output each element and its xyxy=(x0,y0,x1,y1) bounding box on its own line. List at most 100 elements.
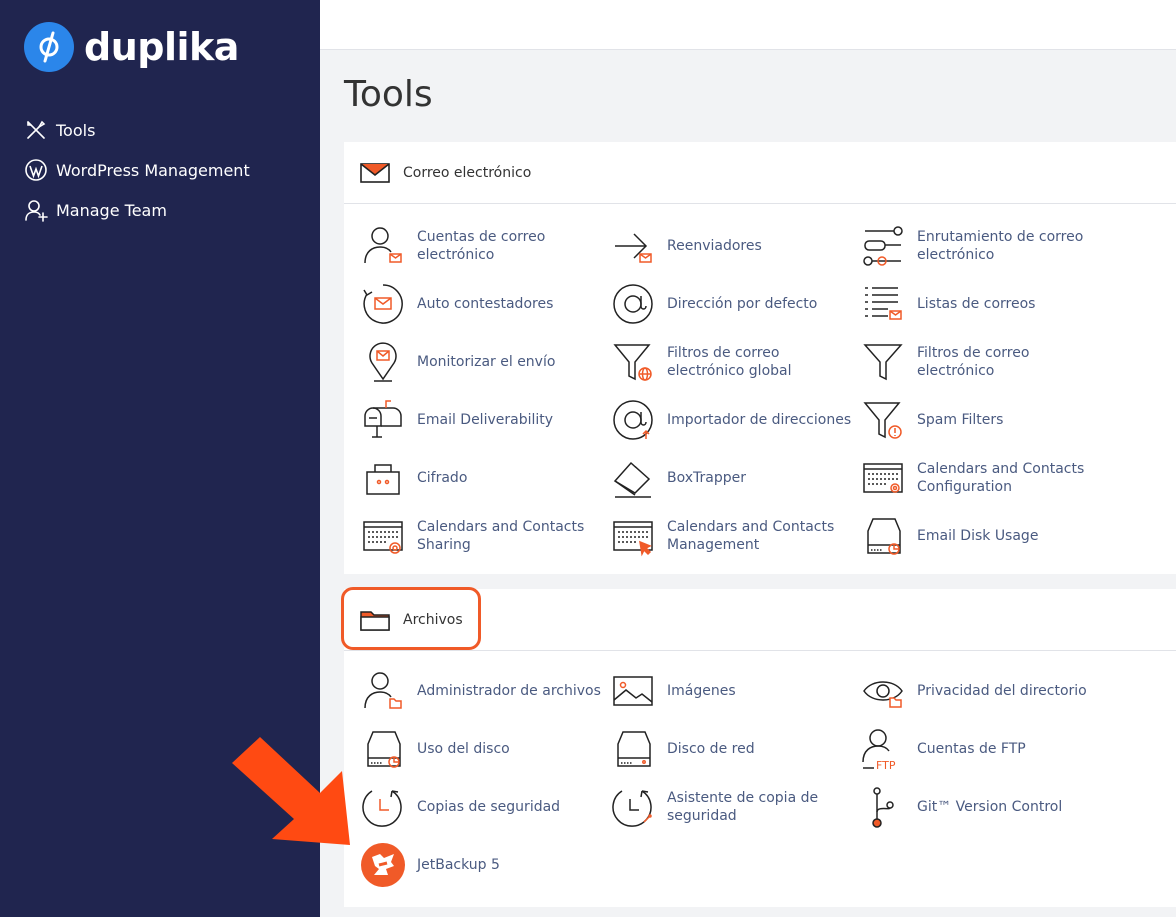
tool-backups[interactable]: Copias de seguridad xyxy=(360,781,610,833)
sidebar-item-wordpress[interactable]: WordPress Management xyxy=(24,150,250,190)
tool-label: Copias de seguridad xyxy=(417,799,561,815)
tool-label: Cuentas de FTP xyxy=(917,741,1026,757)
tool-label: Uso del disco xyxy=(417,741,510,757)
tool-label: Enrutamiento de correo electrónico xyxy=(917,229,1084,263)
tool-label: Git™ Version Control xyxy=(917,799,1063,815)
tool-label: Calendars and Contacts Configuration xyxy=(917,461,1085,495)
tool-file-manager[interactable]: Administrador de archivos xyxy=(360,665,610,717)
tool-email-disk-usage[interactable]: Email Disk Usage xyxy=(860,510,1110,562)
tool-label: Reenviadores xyxy=(667,238,762,254)
list-icon xyxy=(860,281,906,327)
user-folder-icon xyxy=(360,668,406,714)
tool-track-delivery[interactable]: Monitorizar el envío xyxy=(360,336,610,388)
tool-directory-privacy[interactable]: Privacidad del directorio xyxy=(860,665,1110,717)
section-title: Archivos xyxy=(403,611,463,628)
at-import-icon xyxy=(610,397,656,443)
section-title: Correo electrónico xyxy=(403,164,532,181)
tool-label: Importador de direcciones xyxy=(667,412,852,428)
tool-label: BoxTrapper xyxy=(667,470,746,486)
sidebar-item-label: WordPress Management xyxy=(56,160,250,180)
tool-email-filters[interactable]: Filtros de correo electrónico xyxy=(860,336,1110,388)
disk-icon xyxy=(610,726,656,772)
disk-chart-icon xyxy=(860,513,906,559)
files-section: Archivos Administrador de archivos Imáge… xyxy=(344,589,1176,907)
tool-label: Administrador de archivos xyxy=(417,683,601,699)
tool-label: Filtros de correo electrónico xyxy=(917,345,1030,379)
tool-label: Email Deliverability xyxy=(417,412,554,428)
filter-icon xyxy=(860,339,906,385)
wordpress-icon xyxy=(24,158,48,182)
tool-label: Monitorizar el envío xyxy=(417,354,556,370)
tool-label: Calendars and Contacts Sharing xyxy=(417,519,585,553)
sidebar-item-label: Tools xyxy=(56,120,96,140)
user-ftp-icon: FTP xyxy=(860,726,906,772)
tool-label: Filtros de correo electrónico global xyxy=(667,345,792,379)
tool-default-address[interactable]: Dirección por defecto xyxy=(610,278,860,330)
lock-box-icon xyxy=(360,455,406,501)
top-bar xyxy=(320,0,1176,50)
tool-address-importer[interactable]: Importador de direcciones xyxy=(610,394,860,446)
calendar-pointer-icon xyxy=(610,513,656,559)
arrow-pointer-icon xyxy=(232,737,350,845)
tool-encryption[interactable]: Cifrado xyxy=(360,452,610,504)
page-title: Tools xyxy=(344,74,433,115)
tool-email-accounts[interactable]: Cuentas de correo electrónico xyxy=(360,220,610,272)
tool-label: Imágenes xyxy=(667,683,736,699)
tool-label: Calendars and Contacts Management xyxy=(667,519,835,553)
sidebar-item-label: Manage Team xyxy=(56,200,167,220)
tool-spam-filters[interactable]: Spam Filters xyxy=(860,394,1110,446)
tool-label: Dirección por defecto xyxy=(667,296,818,312)
add-user-icon xyxy=(24,198,48,222)
tool-git-version-control[interactable]: Git™ Version Control xyxy=(860,781,1110,833)
tools-icon xyxy=(24,118,48,142)
backup-wizard-icon xyxy=(610,784,656,830)
mailbox-icon xyxy=(360,397,406,443)
tool-backup-wizard[interactable]: Asistente de copia de seguridad xyxy=(610,781,860,833)
email-section-header[interactable]: Correo electrónico xyxy=(344,142,1176,204)
folder-icon xyxy=(360,610,390,631)
image-icon xyxy=(610,668,656,714)
files-section-header[interactable]: Archivos xyxy=(344,589,1176,651)
sidebar-nav: Tools WordPress Management Manage Team xyxy=(24,110,250,230)
tool-email-deliverability[interactable]: Email Deliverability xyxy=(360,394,610,446)
tool-calendars-management[interactable]: Calendars and Contacts Management xyxy=(610,510,860,562)
filter-globe-icon xyxy=(610,339,656,385)
tool-boxtrapper[interactable]: BoxTrapper xyxy=(610,452,860,504)
tool-jetbackup[interactable]: JetBackup 5 xyxy=(360,839,610,891)
tool-network-disk[interactable]: Disco de red xyxy=(610,723,860,775)
git-branch-icon xyxy=(860,784,906,830)
tool-forwarders[interactable]: Reenviadores xyxy=(610,220,860,272)
tool-label: Cuentas de correo electrónico xyxy=(417,229,546,263)
envelope-icon xyxy=(360,162,390,183)
autoresponder-icon xyxy=(360,281,406,327)
sidebar-item-tools[interactable]: Tools xyxy=(24,110,250,150)
brand-name: duplika xyxy=(84,25,239,69)
boxtrapper-icon xyxy=(610,455,656,501)
tool-disk-usage[interactable]: Uso del disco xyxy=(360,723,610,775)
sidebar-item-manage-team[interactable]: Manage Team xyxy=(24,190,250,230)
user-mail-icon xyxy=(360,223,406,269)
tool-label: Disco de red xyxy=(667,741,755,757)
tool-label: Privacidad del directorio xyxy=(917,683,1087,699)
tool-label: Spam Filters xyxy=(917,412,1004,428)
email-section: Correo electrónico Cuentas de correo ele… xyxy=(344,142,1176,574)
at-sign-icon xyxy=(610,281,656,327)
tool-mailing-lists[interactable]: Listas de correos xyxy=(860,278,1110,330)
tool-calendars-sharing[interactable]: Calendars and Contacts Sharing xyxy=(360,510,610,562)
tool-label: Listas de correos xyxy=(917,296,1036,312)
tool-label: Asistente de copia de seguridad xyxy=(667,790,819,824)
tool-global-email-filters[interactable]: Filtros de correo electrónico global xyxy=(610,336,860,388)
tool-images[interactable]: Imágenes xyxy=(610,665,860,717)
routing-icon xyxy=(860,223,906,269)
tool-label: JetBackup 5 xyxy=(417,857,500,873)
tool-autoresponders[interactable]: Auto contestadores xyxy=(360,278,610,330)
tool-label: Email Disk Usage xyxy=(917,528,1039,544)
tool-email-routing[interactable]: Enrutamiento de correo electrónico xyxy=(860,220,1110,272)
tool-label: Cifrado xyxy=(417,470,468,486)
tool-calendars-configuration[interactable]: Calendars and Contacts Configuration xyxy=(860,452,1110,504)
tool-ftp-accounts[interactable]: FTP Cuentas de FTP xyxy=(860,723,1110,775)
eye-folder-icon xyxy=(860,668,906,714)
logo[interactable]: duplika xyxy=(24,22,239,72)
tool-label: Auto contestadores xyxy=(417,296,554,312)
forward-arrow-icon xyxy=(610,223,656,269)
